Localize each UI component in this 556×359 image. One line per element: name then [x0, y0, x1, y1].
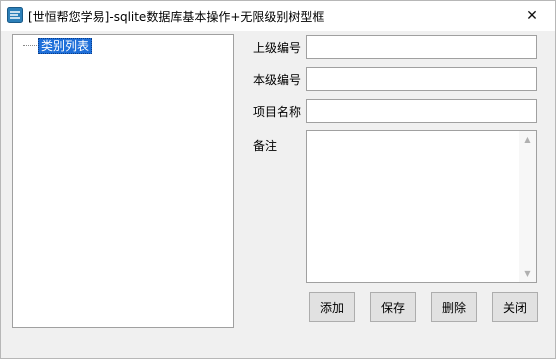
tree-connector-line [23, 45, 37, 46]
item-name-input[interactable] [306, 99, 537, 123]
tree-node-root[interactable]: 类别列表 [38, 38, 93, 54]
note-scrollbar[interactable]: ▲ ▼ [519, 131, 536, 282]
add-button[interactable]: 添加 [309, 292, 355, 322]
title-bar: [世恒帮您学易]-sqlite数据库基本操作+无限级别树型框 ✕ [1, 1, 555, 31]
scroll-down-arrow-icon[interactable]: ▼ [519, 265, 536, 282]
own-code-label: 本级编号 [253, 73, 302, 87]
scroll-up-arrow-icon[interactable]: ▲ [519, 131, 536, 148]
close-button[interactable]: 关闭 [492, 292, 538, 322]
window-title: [世恒帮您学易]-sqlite数据库基本操作+无限级别树型框 [28, 10, 325, 24]
close-icon: ✕ [526, 8, 538, 24]
note-label: 备注 [253, 139, 278, 153]
parent-code-input[interactable] [306, 35, 537, 59]
save-button[interactable]: 保存 [370, 292, 416, 322]
app-logo-icon [7, 7, 23, 23]
delete-button[interactable]: 删除 [431, 292, 477, 322]
note-textarea[interactable]: ▲ ▼ [306, 130, 537, 283]
item-name-label: 项目名称 [253, 105, 302, 119]
parent-code-label: 上级编号 [253, 41, 302, 55]
window-close-button[interactable]: ✕ [509, 1, 555, 31]
own-code-input[interactable] [306, 67, 537, 91]
category-tree[interactable]: 类别列表 [12, 34, 234, 328]
main-window: [世恒帮您学易]-sqlite数据库基本操作+无限级别树型框 ✕ 类别列表 上级… [0, 0, 556, 359]
